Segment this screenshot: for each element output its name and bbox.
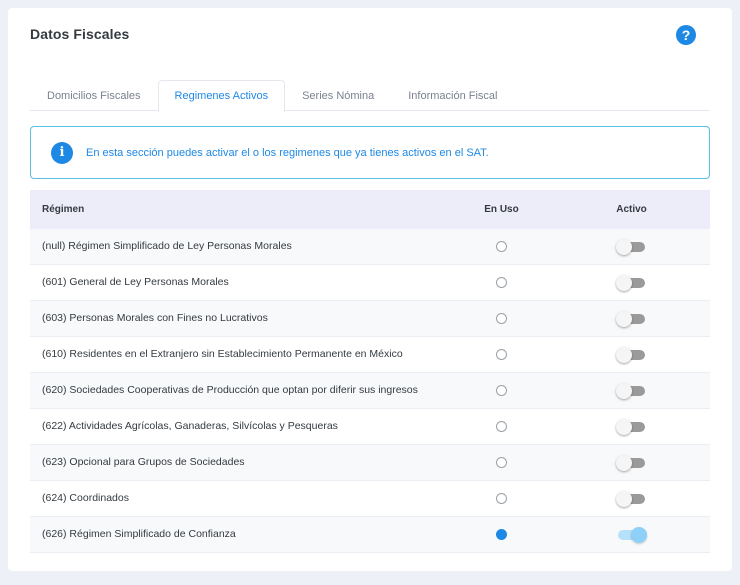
activo-toggle[interactable] (616, 418, 645, 435)
activo-toggle[interactable] (616, 274, 645, 291)
toggle-knob (616, 418, 632, 435)
question-circle-icon[interactable]: ? (676, 25, 696, 45)
table-body: (null) Régimen Simplificado de Ley Perso… (30, 229, 710, 553)
info-circle-icon: i (51, 141, 73, 164)
table-row: (624) Coordinados (30, 481, 710, 517)
table-row: (620) Sociedades Cooperativas de Producc… (30, 373, 710, 409)
datos-fiscales-card: Datos Fiscales ? Domicilios Fiscales Reg… (8, 8, 732, 571)
header-activo: Activo (616, 204, 647, 215)
en-uso-radio[interactable] (496, 457, 507, 468)
activo-toggle[interactable] (616, 238, 645, 255)
en-uso-radio[interactable] (496, 493, 507, 504)
page-title: Datos Fiscales (30, 26, 130, 42)
tab-regimenes-activos[interactable]: Regimenes Activos (157, 80, 286, 112)
table-row: (null) Régimen Simplificado de Ley Perso… (30, 229, 710, 265)
toggle-knob (616, 382, 632, 399)
activo-toggle[interactable] (616, 454, 645, 471)
toggle-knob (616, 274, 632, 291)
tab-informacion-fiscal[interactable]: Información Fiscal (391, 80, 514, 111)
regimen-label: (622) Actividades Agrícolas, Ganaderas, … (42, 420, 338, 432)
table-header: Régimen En Uso Activo (30, 190, 710, 229)
toggle-knob (616, 454, 632, 471)
regimenes-table: Régimen En Uso Activo (null) Régimen Sim… (30, 190, 710, 553)
regimen-label: (624) Coordinados (42, 492, 129, 504)
regimen-label: (626) Régimen Simplificado de Confianza (42, 528, 236, 540)
activo-toggle[interactable] (616, 310, 645, 327)
en-uso-radio[interactable] (496, 277, 507, 288)
en-uso-radio[interactable] (496, 241, 507, 252)
table-row: (622) Actividades Agrícolas, Ganaderas, … (30, 409, 710, 445)
regimen-label: (610) Residentes en el Extranjero sin Es… (42, 348, 403, 360)
regimen-label: (623) Opcional para Grupos de Sociedades (42, 456, 245, 468)
toggle-knob (631, 526, 647, 543)
table-row: (601) General de Ley Personas Morales (30, 265, 710, 301)
toggle-knob (616, 238, 632, 255)
en-uso-radio[interactable] (496, 529, 507, 540)
table-row: (603) Personas Morales con Fines no Lucr… (30, 301, 710, 337)
info-alert: i En esta sección puedes activar el o lo… (30, 126, 710, 179)
table-row: (610) Residentes en el Extranjero sin Es… (30, 337, 710, 373)
toggle-knob (616, 490, 632, 507)
alert-message: En esta sección puedes activar el o los … (86, 146, 489, 159)
activo-toggle[interactable] (616, 346, 645, 363)
toggle-knob (616, 346, 632, 363)
tab-bar: Domicilios Fiscales Regimenes Activos Se… (30, 80, 710, 112)
regimen-label: (null) Régimen Simplificado de Ley Perso… (42, 240, 292, 252)
header-regimen: Régimen (42, 204, 85, 215)
table-row: (626) Régimen Simplificado de Confianza (30, 517, 710, 553)
en-uso-radio[interactable] (496, 421, 507, 432)
activo-toggle[interactable] (616, 382, 645, 399)
header-en-uso: En Uso (484, 204, 519, 215)
activo-toggle[interactable] (616, 490, 645, 507)
tab-domicilios-fiscales[interactable]: Domicilios Fiscales (30, 80, 158, 111)
regimen-label: (601) General de Ley Personas Morales (42, 276, 229, 288)
regimen-label: (603) Personas Morales con Fines no Lucr… (42, 312, 268, 324)
toggle-knob (616, 310, 632, 327)
en-uso-radio[interactable] (496, 313, 507, 324)
regimen-label: (620) Sociedades Cooperativas de Producc… (42, 384, 418, 396)
en-uso-radio[interactable] (496, 385, 507, 396)
en-uso-radio[interactable] (496, 349, 507, 360)
activo-toggle[interactable] (618, 526, 647, 543)
table-row: (623) Opcional para Grupos de Sociedades (30, 445, 710, 481)
tab-series-nomina[interactable]: Series Nómina (285, 80, 391, 111)
